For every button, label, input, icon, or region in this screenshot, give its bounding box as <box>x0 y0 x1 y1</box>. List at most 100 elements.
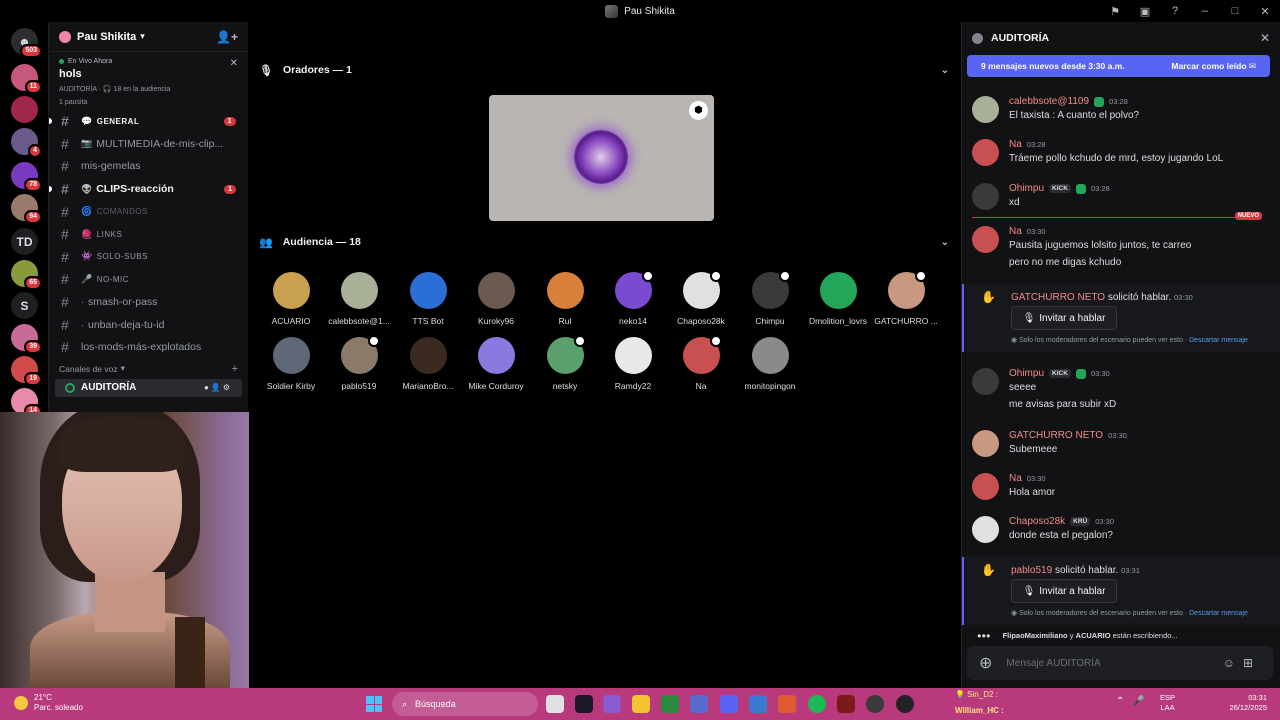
channel-item[interactable]: # 🧶 LINKS <box>49 223 248 246</box>
avatar[interactable] <box>972 368 999 395</box>
message-author[interactable]: Na <box>1009 226 1022 237</box>
channel-item[interactable]: # 👽 CLIPS-reacción 1 <box>49 178 248 201</box>
audience-member[interactable]: Na <box>661 335 741 391</box>
server-icon-10[interactable]: 14 <box>11 388 42 418</box>
audience-header[interactable]: 👥 Audiencia — 18 ⌄ <box>259 232 949 252</box>
chevron-down-icon[interactable]: ⌄ <box>941 65 949 76</box>
language-indicator[interactable]: ESP LAA <box>1160 693 1175 713</box>
discard-message-link[interactable]: Descartar mensaje <box>1189 337 1248 344</box>
invite-to-speak-button[interactable]: 🎙 Invitar a hablar <box>1011 306 1117 330</box>
screen-icon[interactable]: ▣ <box>1138 5 1152 18</box>
channel-item[interactable]: # 🌀 COMANDOS <box>49 200 248 223</box>
file-explorer-icon[interactable] <box>632 695 650 713</box>
new-messages-bar[interactable]: 9 mensajes nuevos desde 3:30 a.m. Marcar… <box>967 55 1270 77</box>
voice-channel-auditoria[interactable]: AUDITORÍA ●👤⚙ <box>55 378 242 397</box>
audience-member[interactable]: Kuroky96 <box>456 272 536 326</box>
minimize-button[interactable]: – <box>1198 5 1212 17</box>
server-icon-4[interactable]: 94 <box>11 194 42 224</box>
mark-read-button[interactable]: Marcar como leído ✉ <box>1171 61 1256 72</box>
mail-icon[interactable] <box>749 695 767 713</box>
avatar[interactable] <box>972 96 999 123</box>
message-composer[interactable]: ⊕ Mensaje AUDITORÍA ☺⊞ <box>967 646 1273 680</box>
add-channel-icon[interactable]: + <box>232 363 238 375</box>
avatar[interactable] <box>972 516 999 543</box>
message-author[interactable]: GATCHURRO NETO <box>1009 430 1103 441</box>
audience-member[interactable]: calebbsote@1... <box>319 272 399 326</box>
channel-item[interactable]: # · smash-or-pass <box>49 291 248 314</box>
steam-icon[interactable] <box>575 695 593 713</box>
channel-item[interactable]: # 💬 GENERAL 1 <box>49 110 248 133</box>
close-window-button[interactable]: ✕ <box>1258 5 1272 18</box>
server-icon-0[interactable]: 11 <box>11 64 42 94</box>
message-author[interactable]: Ohimpu <box>1009 368 1044 379</box>
channel-item[interactable]: # mis-gemelas <box>49 155 248 178</box>
server-icon-3[interactable]: 78 <box>11 162 42 192</box>
avatar[interactable] <box>972 183 999 210</box>
message-author[interactable]: Na <box>1009 139 1022 150</box>
speaker-card[interactable]: ⬢ <box>489 95 714 221</box>
message-author[interactable]: Chaposo28k <box>1009 516 1065 527</box>
app-icon[interactable] <box>896 695 914 713</box>
weather-widget[interactable]: 21°C Parc. soleado <box>14 693 83 713</box>
audience-member[interactable]: Chaposo28k <box>661 270 741 326</box>
composer-tools[interactable]: ☺⊞ <box>1223 656 1261 670</box>
channel-item[interactable]: # los-mods-más-explotados <box>49 336 248 359</box>
channel-item[interactable]: # · unban-deja-tu-id <box>49 313 248 336</box>
server-icon-6[interactable]: 65 <box>11 260 42 290</box>
server-icon-1[interactable] <box>11 96 38 123</box>
inbox-icon[interactable]: ⚑ <box>1108 5 1122 18</box>
audience-member[interactable]: GATCHURRO ... <box>866 270 946 326</box>
start-button[interactable] <box>366 696 382 712</box>
server-icon-9[interactable]: 19 <box>11 356 42 386</box>
speak-request: ✋ pablo519 solicitó hablar. 03:31 🎙 Invitar… <box>962 557 1280 625</box>
avatar[interactable] <box>972 226 999 253</box>
moderator-icon <box>709 335 722 347</box>
system-tray-icons[interactable]: ⌃🎤 <box>1116 696 1153 707</box>
message-author[interactable]: calebbsote@1109 <box>1009 96 1089 107</box>
server-icon-5[interactable]: TD <box>11 228 38 255</box>
request-author[interactable]: pablo519 <box>1011 565 1052 576</box>
chrome-icon[interactable] <box>866 695 884 713</box>
server-header[interactable]: Pau Shikita ▾ 👤+ <box>49 22 248 52</box>
task-view-icon[interactable] <box>546 695 564 713</box>
chevron-down-icon[interactable]: ⌄ <box>941 237 949 248</box>
speakers-header[interactable]: 🎙 Oradores — 1 ⌄ <box>259 60 949 80</box>
app-icon[interactable] <box>603 695 621 713</box>
voice-channel-tools[interactable]: ●👤⚙ <box>204 383 232 392</box>
avatar[interactable] <box>972 473 999 500</box>
excel-icon[interactable] <box>661 695 679 713</box>
teams-icon[interactable] <box>690 695 708 713</box>
message-author[interactable]: Na <box>1009 473 1022 484</box>
spotify-icon[interactable] <box>808 695 826 713</box>
voice-channels-header[interactable]: Canales de voz ▾ + <box>49 359 248 379</box>
maximize-button[interactable]: □ <box>1228 5 1242 17</box>
composer-placeholder[interactable]: Mensaje AUDITORÍA <box>1006 658 1100 669</box>
avatar[interactable] <box>972 430 999 457</box>
brave-icon[interactable] <box>778 695 796 713</box>
channel-item[interactable]: # 🎤 NO-MIC <box>49 268 248 291</box>
taskbar-search[interactable]: ⌕ Búsqueda <box>392 692 538 716</box>
audience-member[interactable]: monitopingon <box>730 337 810 391</box>
discord-icon[interactable] <box>720 695 738 713</box>
server-icon-7[interactable]: S <box>11 292 38 319</box>
server-icon-8[interactable]: 39 <box>11 324 42 354</box>
help-icon[interactable]: ? <box>1168 5 1182 17</box>
channel-item[interactable]: # 📷 MULTIMEDIA-de-mis-clip... <box>49 133 248 156</box>
request-author[interactable]: GATCHURRO NETO <box>1011 292 1105 303</box>
home-button[interactable]: ☻ 503 <box>11 28 42 58</box>
audience-member[interactable]: Mike Corduroy <box>456 337 536 391</box>
avatar[interactable] <box>972 139 999 166</box>
channel-item[interactable]: # 👾 SOLO-SUBS <box>49 246 248 269</box>
live-event-card[interactable]: En Vivo Ahora hols AUDITORÍA · 🎧 18 en l… <box>49 52 248 110</box>
server-icon-2[interactable]: 4 <box>11 128 42 158</box>
invite-people-icon[interactable]: 👤+ <box>216 30 238 44</box>
app-icon[interactable] <box>837 695 855 713</box>
attach-plus-icon[interactable]: ⊕ <box>979 653 992 673</box>
audience-member[interactable]: pablo519 <box>319 335 399 391</box>
discard-message-link[interactable]: Descartar mensaje <box>1189 610 1248 617</box>
close-icon[interactable]: ✕ <box>230 58 238 69</box>
clock[interactable]: 03:31 26/12/2025 <box>1225 693 1267 713</box>
close-chat-button[interactable]: ✕ <box>1260 31 1270 45</box>
message-author[interactable]: Ohimpu <box>1009 183 1044 194</box>
invite-to-speak-button[interactable]: 🎙 Invitar a hablar <box>1011 579 1117 603</box>
